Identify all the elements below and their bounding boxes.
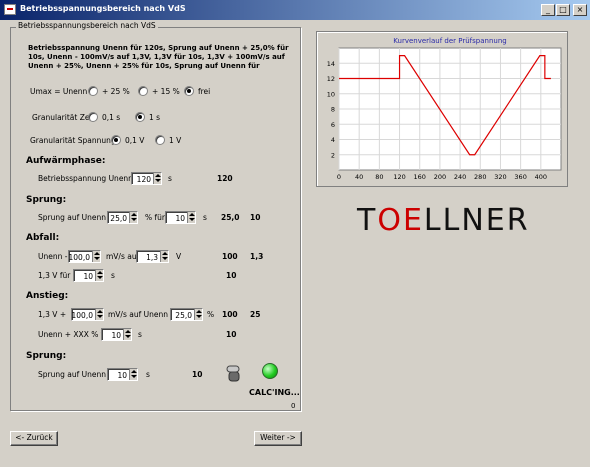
x-tick-label: 360: [514, 173, 526, 181]
chart-title: Kurvenverlauf der Prüfspannung: [393, 37, 506, 45]
anstieg-title: Anstieg:: [26, 291, 69, 301]
status-counter: 0: [291, 402, 296, 410]
toggle-switch-icon[interactable]: [226, 363, 242, 383]
granzeit-option-1: 1 s: [149, 113, 161, 122]
y-tick-label: 2: [331, 151, 335, 159]
y-tick-label: 6: [331, 121, 335, 129]
anstieg-rate-spinner[interactable]: 100,0: [71, 308, 104, 321]
granspannung-radio-1[interactable]: [155, 135, 165, 145]
status-text: CALC'ING...: [249, 388, 300, 397]
sprung2-unit: s: [146, 370, 150, 379]
abfall-result1: 100: [222, 252, 238, 261]
aufwaerm-result: 120: [217, 174, 233, 183]
umax-label: Umax = Unenn: [30, 87, 88, 96]
anstieg-label2: mV/s auf Unenn +: [108, 310, 177, 319]
aufwaerm-spinner[interactable]: 120: [131, 172, 162, 185]
voltage-chart: Kurvenverlauf der Prüfspannung 0 40 80 120 16…: [327, 37, 562, 181]
umax-option-15: + 15 %: [152, 87, 180, 96]
aufwaerm-unit: s: [168, 174, 172, 183]
umax-radio-frei[interactable]: [184, 86, 194, 96]
y-tick-label: 4: [331, 136, 335, 144]
anstieg-label: 1,3 V +: [38, 310, 67, 319]
intro-text: Betriebsspannung Unenn für 120s, Sprung …: [28, 44, 289, 70]
granzeit-option-01: 0,1 s: [102, 113, 121, 122]
logo-text: TOELLNER: [357, 203, 530, 238]
sprung2-title: Sprung:: [26, 351, 67, 361]
x-tick-label: 120: [393, 173, 405, 181]
aufwaerm-title: Aufwärmphase:: [26, 156, 106, 166]
x-tick-label: 200: [434, 173, 446, 181]
sprung1-result1: 25,0: [221, 213, 240, 222]
x-tick-label: 160: [414, 173, 426, 181]
sprung2-time-spinner[interactable]: 10: [107, 368, 138, 381]
granzeit-radio-01[interactable]: [88, 112, 98, 122]
y-tick-label: 12: [327, 75, 335, 83]
anstieg-time-spinner[interactable]: 10: [101, 328, 132, 341]
sprung1-title: Sprung:: [26, 195, 67, 205]
app-icon: [4, 4, 16, 15]
granspannung-option-01: 0,1 V: [125, 136, 145, 145]
abfall-unit: V: [176, 252, 182, 261]
back-button[interactable]: <- Zurück: [10, 431, 58, 446]
y-tick-label: 10: [327, 90, 335, 98]
aufwaerm-label: Betriebsspannung Unenn für: [38, 174, 146, 183]
close-button[interactable]: ×: [573, 4, 587, 16]
sprung1-label2: % für: [145, 213, 165, 222]
group-label: Betriebsspannungsbereich nach VdS: [16, 21, 158, 30]
sprung1-unit: s: [203, 213, 207, 222]
granzeit-radio-1[interactable]: [135, 112, 145, 122]
granspannung-radio-01[interactable]: [111, 135, 121, 145]
granspannung-label: Granularität Spannung: [30, 136, 116, 145]
abfall-label: Unenn -: [38, 252, 68, 261]
x-tick-label: 320: [494, 173, 506, 181]
status-led: [262, 363, 278, 379]
umax-option-25: + 25 %: [102, 87, 130, 96]
maximize-button[interactable]: □: [556, 4, 570, 16]
abfall-label3: 1,3 V für: [38, 271, 71, 280]
y-tick-label: 8: [331, 106, 335, 114]
minimize-button[interactable]: _: [541, 4, 555, 16]
sprung1-percent-spinner[interactable]: 25,0: [107, 211, 138, 224]
abfall-label2: mV/s auf: [106, 252, 140, 261]
sprung2-result: 10: [192, 370, 203, 379]
anstieg-result1: 100: [222, 310, 238, 319]
anstieg-unit: %: [207, 310, 215, 319]
chart-panel: Kurvenverlauf der Prüfspannung 0 40 80 120 16…: [316, 31, 568, 187]
umax-radio-25[interactable]: [88, 86, 98, 96]
abfall-result3: 10: [226, 271, 237, 280]
abfall-rate-spinner[interactable]: 100,0: [68, 250, 101, 263]
abfall-result2: 1,3: [250, 252, 264, 261]
x-tick-label: 0: [337, 173, 341, 181]
abfall-title: Abfall:: [26, 233, 60, 243]
granzeit-label: Granularität Zeit: [32, 113, 95, 122]
sprung1-result2: 10: [250, 213, 261, 222]
umax-option-frei: frei: [198, 87, 211, 96]
anstieg-result3: 10: [226, 330, 237, 339]
title-bar: Betriebsspannungsbereich nach VdS _ □ ×: [0, 0, 590, 20]
x-tick-label: 40: [355, 173, 363, 181]
next-button[interactable]: Weiter ->: [254, 431, 302, 446]
anstieg-percent-spinner[interactable]: 25,0: [170, 308, 203, 321]
x-tick-label: 400: [535, 173, 547, 181]
abfall-unit3: s: [111, 271, 115, 280]
toellner-logo: TOELLNER: [357, 203, 530, 238]
abfall-voltage-spinner[interactable]: 1,3: [136, 250, 169, 263]
x-tick-label: 240: [454, 173, 466, 181]
abfall-time-spinner[interactable]: 10: [73, 269, 104, 282]
window-title: Betriebsspannungsbereich nach VdS: [20, 4, 186, 13]
anstieg-unit3: s: [138, 330, 142, 339]
x-tick-label: 280: [474, 173, 486, 181]
anstieg-result2: 25: [250, 310, 261, 319]
sprung1-time-spinner[interactable]: 10: [165, 211, 196, 224]
sprung1-label: Sprung auf Unenn +: [38, 213, 115, 222]
x-tick-label: 80: [375, 173, 383, 181]
y-tick-label: 14: [327, 60, 335, 68]
umax-radio-15[interactable]: [138, 86, 148, 96]
granspannung-option-1: 1 V: [169, 136, 182, 145]
